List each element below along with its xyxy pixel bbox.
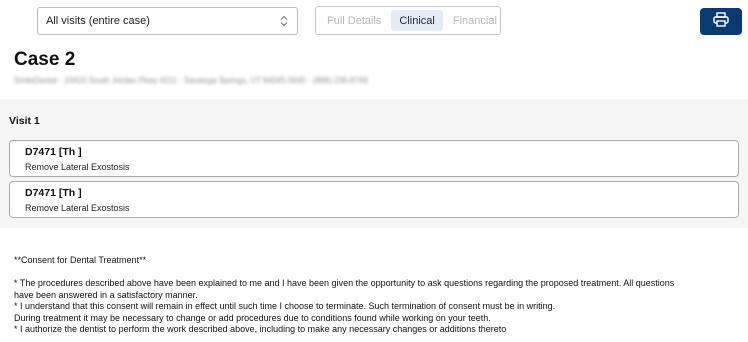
consent-line: During treatment it may be necessary to … xyxy=(14,312,491,323)
procedure-description: Remove Lateral Exostosis xyxy=(25,203,130,213)
tab-clinical[interactable]: Clinical xyxy=(391,10,443,31)
consent-line: * I understand that this consent will re… xyxy=(14,301,556,311)
case-header: Case 2 SmileDental · 10415 South Jordan … xyxy=(0,44,748,99)
procedure-description: Remove Lateral Exostosis xyxy=(25,162,130,172)
visit-select-value: All visits (entire case) xyxy=(46,15,150,27)
visit-section: Visit 1 D7471 [Th ] Remove Lateral Exost… xyxy=(0,99,748,228)
tab-full-details[interactable]: Full Details xyxy=(319,10,389,31)
tab-financial[interactable]: Financial xyxy=(445,10,505,31)
procedure-code: D7471 [Th ] xyxy=(25,146,82,158)
visit-select[interactable]: All visits (entire case) xyxy=(37,7,298,35)
procedure-card[interactable]: D7471 [Th ] Remove Lateral Exostosis xyxy=(9,181,739,218)
printer-icon xyxy=(713,11,729,32)
consent-line: have been answered in a satisfactory man… xyxy=(14,289,198,300)
procedure-card[interactable]: D7471 [Th ] Remove Lateral Exostosis xyxy=(9,140,739,177)
visit-title: Visit 1 xyxy=(9,115,40,127)
consent-heading: **Consent for Dental Treatment** xyxy=(14,255,147,265)
procedure-code: D7471 [Th ] xyxy=(25,187,82,199)
consent-line: * I authorize the dentist to perform the… xyxy=(14,324,507,334)
view-toggle: Full Details Clinical Financial xyxy=(315,6,501,35)
print-button[interactable] xyxy=(700,8,742,35)
toolbar: All visits (entire case) Full Details Cl… xyxy=(0,0,748,44)
page-title: Case 2 xyxy=(14,49,76,70)
practice-address: SmileDental · 10415 South Jordan Pkwy #2… xyxy=(14,76,368,85)
consent-line: * The procedures described above have be… xyxy=(14,278,675,288)
chevron-up-down-icon xyxy=(279,14,289,28)
consent-section: **Consent for Dental Treatment** * The p… xyxy=(0,228,748,336)
